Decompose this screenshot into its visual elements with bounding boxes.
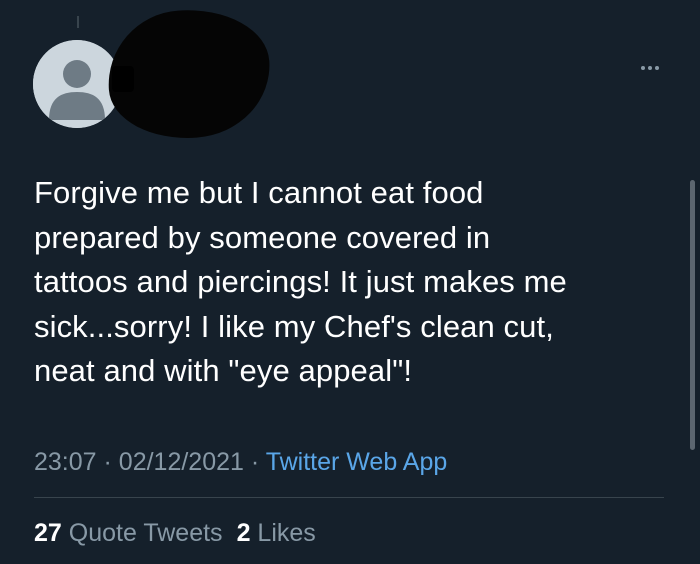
tweet-text: Forgive me but I cannot eat food prepare… [34,175,567,389]
meta-separator: · [103,448,112,476]
more-horizontal-icon[interactable] [636,58,664,78]
likes-count: 2 [236,519,251,547]
redaction-mark [112,66,134,92]
tweet-metadata: 23:07 · 02/12/2021 · Twitter Web App [34,447,447,477]
tweet-time[interactable]: 23:07 [34,448,97,476]
meta-separator: · [250,448,260,476]
quote-tweets-stat[interactable]: 27 Quote Tweets [34,519,223,547]
quote-tweets-label: Quote Tweets [68,519,223,547]
quote-tweets-count: 27 [34,519,62,547]
likes-stat[interactable]: 2 Likes [237,519,316,547]
scrollbar[interactable] [690,180,695,450]
thread-connector-line [77,16,79,28]
likes-label: Likes [257,519,316,547]
tweet-source-link[interactable]: Twitter Web App [266,448,448,476]
divider [34,497,664,498]
tweet-date[interactable]: 02/12/2021 [119,448,244,476]
tweet-stats: 27 Quote Tweets 2 Likes [34,518,316,548]
